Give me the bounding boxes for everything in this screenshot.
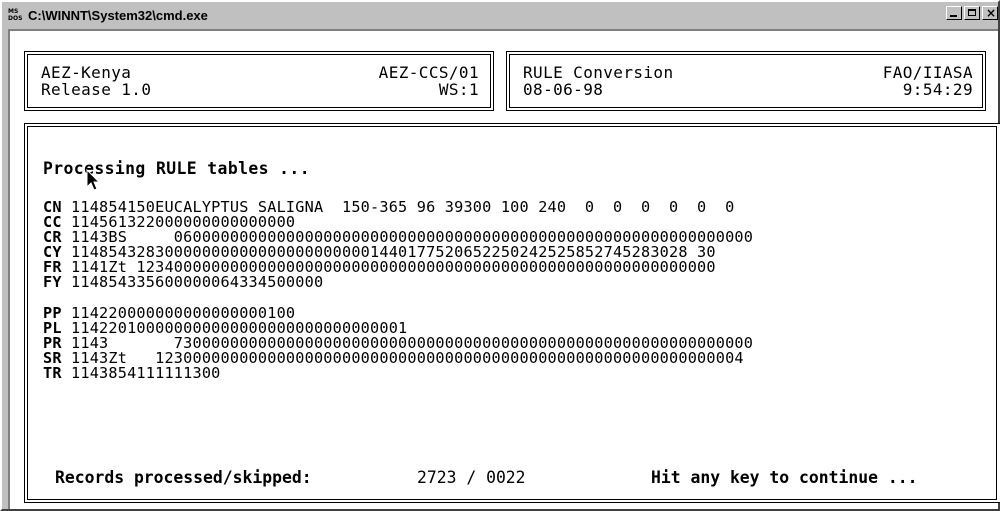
- maximize-button[interactable]: [964, 6, 980, 20]
- processing-text: Processing RULE tables ...: [43, 159, 310, 178]
- close-button[interactable]: ×: [982, 6, 998, 20]
- record-data: 114854335600000064334500000: [61, 273, 324, 291]
- records-status-value: 2723 / 0022: [417, 468, 526, 487]
- window-controls: ×: [946, 6, 998, 20]
- console-area[interactable]: AEZ-Kenya AEZ-CCS/01 Release 1.0 WS:1 RU…: [8, 29, 1000, 509]
- record-code: TR: [43, 364, 62, 382]
- header-right-panel: RULE Conversion FAO/IIASA 08-06-98 9:54:…: [506, 51, 986, 111]
- close-icon: ×: [985, 6, 997, 20]
- window-title: C:\WINNT\System32\cmd.exe: [28, 7, 208, 23]
- release-label: Release 1.0: [41, 80, 152, 99]
- cmd-window: MS DOS C:\WINNT\System32\cmd.exe × AEZ-K…: [0, 0, 1000, 511]
- record-code: FY: [43, 273, 62, 291]
- record-line: FY 114854335600000064334500000: [43, 273, 324, 291]
- workstation-label: WS:1: [438, 80, 479, 99]
- record-data: 1143854111111300: [61, 364, 221, 382]
- main-panel: Processing RULE tables ... CN 114854150E…: [24, 123, 1000, 503]
- record-line: TR 1143854111111300: [43, 364, 221, 382]
- mouse-cursor-icon: [86, 169, 101, 191]
- minimize-icon: [950, 15, 957, 17]
- minimize-button[interactable]: [946, 6, 962, 20]
- time-value: 9:54:29: [902, 80, 973, 99]
- ms-dos-icon[interactable]: MS DOS: [8, 7, 24, 23]
- continue-prompt: Hit any key to continue ...: [651, 468, 918, 487]
- ms-dos-icon-label: MS DOS: [8, 8, 23, 22]
- title-bar[interactable]: MS DOS C:\WINNT\System32\cmd.exe ×: [4, 4, 998, 26]
- maximize-icon: [968, 9, 976, 16]
- records-status-label: Records processed/skipped:: [55, 468, 312, 487]
- date-value: 08-06-98: [523, 80, 604, 99]
- header-left-panel: AEZ-Kenya AEZ-CCS/01 Release 1.0 WS:1: [24, 51, 494, 111]
